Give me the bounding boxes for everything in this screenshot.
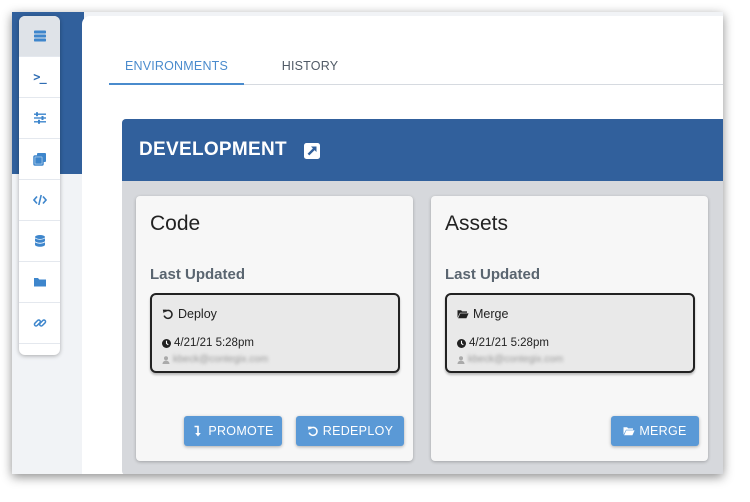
- card-title: Assets: [445, 212, 509, 235]
- environment-panel: DEVELOPMENT Code Last Updated Deploy 4/2…: [122, 119, 723, 474]
- merge-button[interactable]: MERGE: [611, 416, 699, 446]
- sidebar-item-links[interactable]: [19, 303, 60, 344]
- undo-icon: [307, 426, 318, 437]
- folder-icon: [33, 278, 46, 287]
- user-email: kbeck@contegix.com: [173, 354, 269, 365]
- last-action-text: Merge: [473, 307, 509, 321]
- sidebar-item-terminal[interactable]: >_: [19, 57, 60, 98]
- user-email: kbeck@contegix.com: [468, 354, 564, 365]
- sidebar-item-files[interactable]: [19, 262, 60, 303]
- sidebar-item-settings[interactable]: [19, 98, 60, 139]
- environment-header: DEVELOPMENT: [122, 119, 723, 181]
- sidebar: >_: [19, 16, 60, 355]
- level-down-icon: [194, 425, 202, 437]
- tab-bar: ENVIRONMENTS HISTORY: [109, 48, 723, 85]
- redeploy-button-label: REDEPLOY: [322, 424, 394, 438]
- last-action: Deploy: [162, 307, 217, 321]
- promote-button[interactable]: PROMOTE: [184, 416, 282, 446]
- server-icon: [33, 30, 46, 42]
- code-card: Code Last Updated Deploy 4/21/21 5:28pm …: [136, 196, 413, 461]
- sidebar-item-database[interactable]: [19, 221, 60, 262]
- user-icon: [457, 355, 465, 364]
- card-title: Code: [150, 212, 201, 235]
- environment-title: DEVELOPMENT: [139, 139, 287, 160]
- last-update-info: Deploy 4/21/21 5:28pm kbeck@contegix.com: [150, 293, 400, 373]
- last-updated-label: Last Updated: [445, 266, 541, 283]
- terminal-icon: >_: [33, 70, 46, 84]
- tab-environments[interactable]: ENVIRONMENTS: [109, 48, 244, 84]
- redeploy-button[interactable]: REDEPLOY: [296, 416, 404, 446]
- assets-card: Assets Last Updated Merge 4/21/21 5:28pm…: [431, 196, 708, 461]
- promote-button-label: PROMOTE: [208, 424, 274, 438]
- last-datetime: 4/21/21 5:28pm: [162, 337, 254, 349]
- folder-open-icon: [623, 427, 635, 436]
- clock-icon: [457, 338, 466, 348]
- user-icon: [162, 355, 170, 364]
- datetime-text: 4/21/21 5:28pm: [174, 337, 254, 349]
- last-update-info: Merge 4/21/21 5:28pm kbeck@contegix.com: [445, 293, 695, 373]
- sidebar-item-servers[interactable]: [19, 16, 60, 57]
- last-user: kbeck@contegix.com: [162, 354, 268, 365]
- link-icon: [33, 319, 46, 327]
- folder-open-icon: [457, 310, 469, 319]
- code-icon: [32, 194, 47, 206]
- sidebar-item-code[interactable]: [19, 180, 60, 221]
- last-user: kbeck@contegix.com: [457, 354, 563, 365]
- undo-icon: [162, 309, 173, 320]
- tab-history[interactable]: HISTORY: [255, 48, 365, 84]
- external-link-icon[interactable]: [304, 143, 320, 159]
- main-panel: ENVIRONMENTS HISTORY DEVELOPMENT Code La…: [82, 16, 723, 474]
- sliders-icon: [33, 112, 46, 124]
- last-action: Merge: [457, 307, 508, 321]
- last-datetime: 4/21/21 5:28pm: [457, 337, 549, 349]
- sidebar-item-copies[interactable]: [19, 139, 60, 180]
- active-tab-indicator: [109, 83, 244, 85]
- last-updated-label: Last Updated: [150, 266, 246, 283]
- clock-icon: [162, 338, 171, 348]
- database-icon: [34, 235, 45, 247]
- merge-button-label: MERGE: [639, 424, 687, 438]
- last-action-text: Deploy: [178, 307, 217, 321]
- app-window: >_ ENVIRONMENTS HISTORY DEVELOPMENT Code…: [12, 12, 723, 474]
- copy-icon: [32, 153, 46, 166]
- datetime-text: 4/21/21 5:28pm: [469, 337, 549, 349]
